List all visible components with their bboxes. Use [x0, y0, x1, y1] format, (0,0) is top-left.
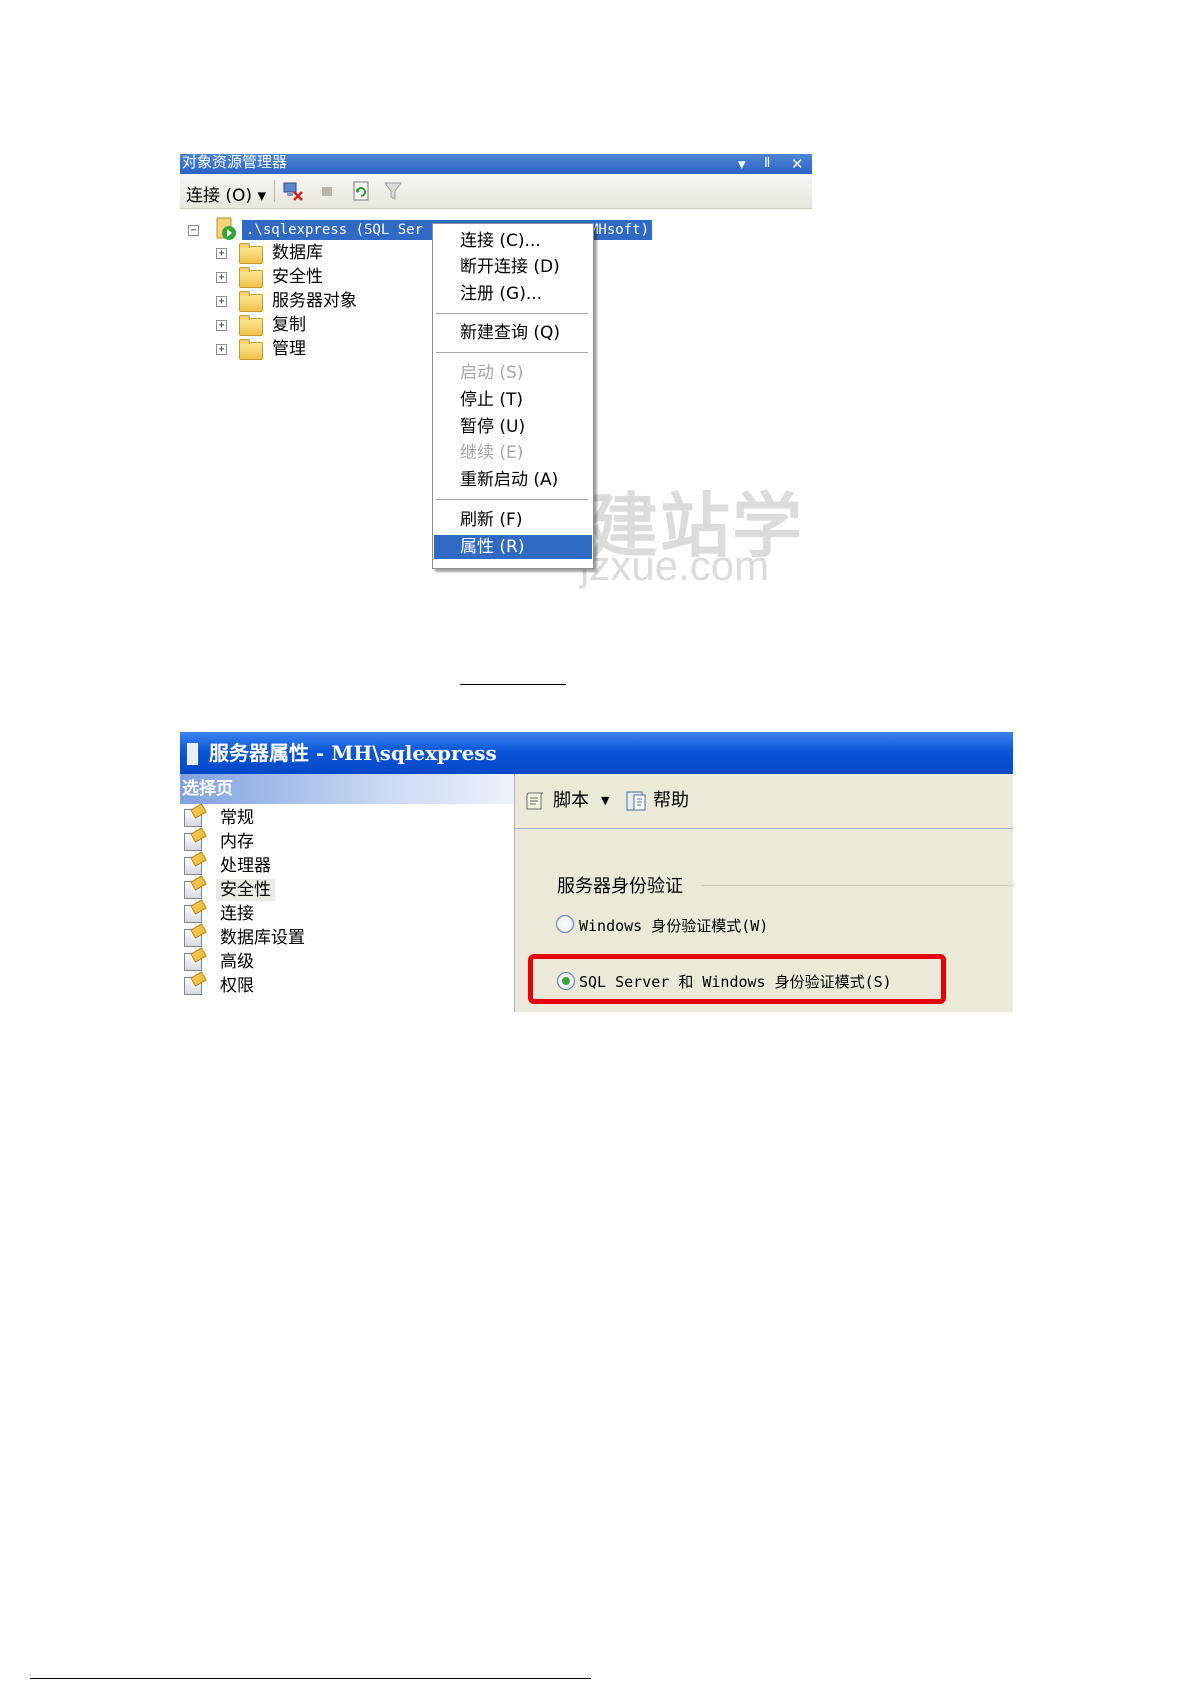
menu-separator — [436, 313, 588, 315]
page-icon — [184, 977, 202, 995]
page-label: 高级 — [220, 952, 254, 972]
group-divider — [701, 885, 1013, 886]
page-label: 安全性 — [216, 879, 275, 901]
page-label: 常规 — [220, 808, 254, 828]
collapse-icon[interactable]: − — [188, 225, 199, 236]
menu-separator — [436, 499, 588, 501]
refresh-icon[interactable] — [351, 181, 371, 201]
page-icon — [184, 929, 202, 947]
disconnect-icon[interactable] — [283, 181, 303, 201]
tree-item-label: 管理 — [272, 339, 306, 359]
stop-icon[interactable] — [317, 181, 337, 201]
folder-icon — [239, 291, 263, 312]
script-dropdown-icon[interactable]: ▼ — [601, 789, 609, 813]
folder-icon — [239, 315, 263, 336]
page-icon — [184, 833, 202, 851]
pin-icon[interactable]: Ⅱ — [764, 154, 770, 174]
folder-icon — [239, 339, 263, 360]
object-explorer-title: 对象资源管理器 — [182, 153, 288, 171]
page-icon — [184, 953, 202, 971]
tree-item-label: 服务器对象 — [272, 291, 357, 311]
watermark-url: jzxue.com — [580, 542, 770, 589]
dialog-toolbar: 脚本 ▼ 帮助 — [515, 774, 1013, 829]
menu-item-new-query[interactable]: 新建查询 (Q) — [434, 321, 592, 345]
tree-item-label: 数据库 — [272, 243, 323, 263]
menu-item-start: 启动 (S) — [460, 363, 524, 383]
toolbar-separator — [274, 180, 275, 202]
expand-icon[interactable]: + — [216, 272, 227, 283]
dialog-icon — [187, 743, 198, 765]
security-page-content: 脚本 ▼ 帮助 服务器身份验证 Windows 身份验证模式(W) SQL Se… — [515, 774, 1013, 1012]
expand-icon[interactable]: + — [216, 296, 227, 307]
highlight-annotation — [528, 954, 946, 1004]
expand-icon[interactable]: + — [216, 344, 227, 355]
menu-separator — [436, 352, 588, 354]
page-label: 内存 — [220, 832, 254, 852]
menu-item-connect[interactable]: 连接 (C)... — [434, 229, 592, 253]
server-icon — [216, 217, 236, 240]
context-menu: 连接 (C)... 断开连接 (D) 注册 (G)... 新建查询 (Q) 启动… — [432, 223, 594, 569]
select-page-header: 选择页 — [180, 774, 514, 804]
dialog-title: 服务器属性 - MH\sqlexpress — [209, 741, 497, 765]
folder-icon — [239, 267, 263, 288]
dialog-titlebar: 服务器属性 - MH\sqlexpress — [180, 732, 1013, 774]
connect-dropdown-button[interactable]: 连接 (O) ▾ — [186, 181, 266, 206]
menu-item-stop[interactable]: 停止 (T) — [434, 388, 592, 412]
page-icon — [184, 809, 202, 827]
page-label: 数据库设置 — [220, 928, 305, 948]
page-label: 处理器 — [220, 856, 271, 876]
page-icon — [184, 857, 202, 875]
divider-line — [460, 684, 566, 685]
page-icon — [184, 905, 202, 923]
object-explorer-toolbar: 连接 (O) ▾ — [180, 174, 812, 209]
windows-auth-radio[interactable] — [556, 915, 574, 933]
page-label: 连接 — [220, 904, 254, 924]
server-node-label-tail: MHsoft) — [590, 222, 650, 238]
server-node-label: .\sqlexpress (SQL Ser — [246, 222, 424, 238]
script-icon[interactable] — [525, 790, 547, 812]
windows-auth-label[interactable]: Windows 身份验证模式(W) — [579, 915, 768, 936]
menu-item-disconnect[interactable]: 断开连接 (D) — [434, 255, 592, 279]
expand-icon[interactable]: + — [216, 248, 227, 259]
filter-icon[interactable] — [383, 181, 403, 201]
folder-icon — [239, 243, 263, 264]
menu-item-pause[interactable]: 暂停 (U) — [434, 415, 592, 439]
select-page-panel: 选择页 常规 内存 处理器 安全性 连接 数据库设置 高级 权限 — [180, 774, 515, 1012]
page-icon — [184, 881, 202, 899]
menu-item-properties[interactable]: 属性 (R) — [434, 535, 592, 559]
close-icon[interactable]: ✕ — [791, 154, 804, 174]
help-button[interactable]: 帮助 — [653, 789, 689, 813]
menu-item-register[interactable]: 注册 (G)... — [434, 282, 592, 306]
tree-item-label: 复制 — [272, 315, 306, 335]
help-icon[interactable] — [625, 790, 647, 812]
tree-item-label: 安全性 — [272, 267, 323, 287]
menu-item-refresh[interactable]: 刷新 (F) — [434, 508, 592, 532]
server-authentication-group-label: 服务器身份验证 — [557, 876, 683, 897]
dropdown-icon[interactable]: ▾ — [738, 154, 746, 174]
page-label: 权限 — [220, 976, 254, 996]
object-explorer-titlebar: 对象资源管理器 ▾ Ⅱ ✕ — [180, 153, 812, 174]
menu-item-restart[interactable]: 重新启动 (A) — [434, 468, 592, 492]
server-properties-dialog: 服务器属性 - MH\sqlexpress 选择页 常规 内存 处理器 安全性 … — [180, 732, 1013, 1012]
expand-icon[interactable]: + — [216, 320, 227, 331]
footer-line — [30, 1678, 591, 1679]
menu-item-resume: 继续 (E) — [460, 443, 524, 463]
script-button[interactable]: 脚本 — [553, 789, 589, 813]
